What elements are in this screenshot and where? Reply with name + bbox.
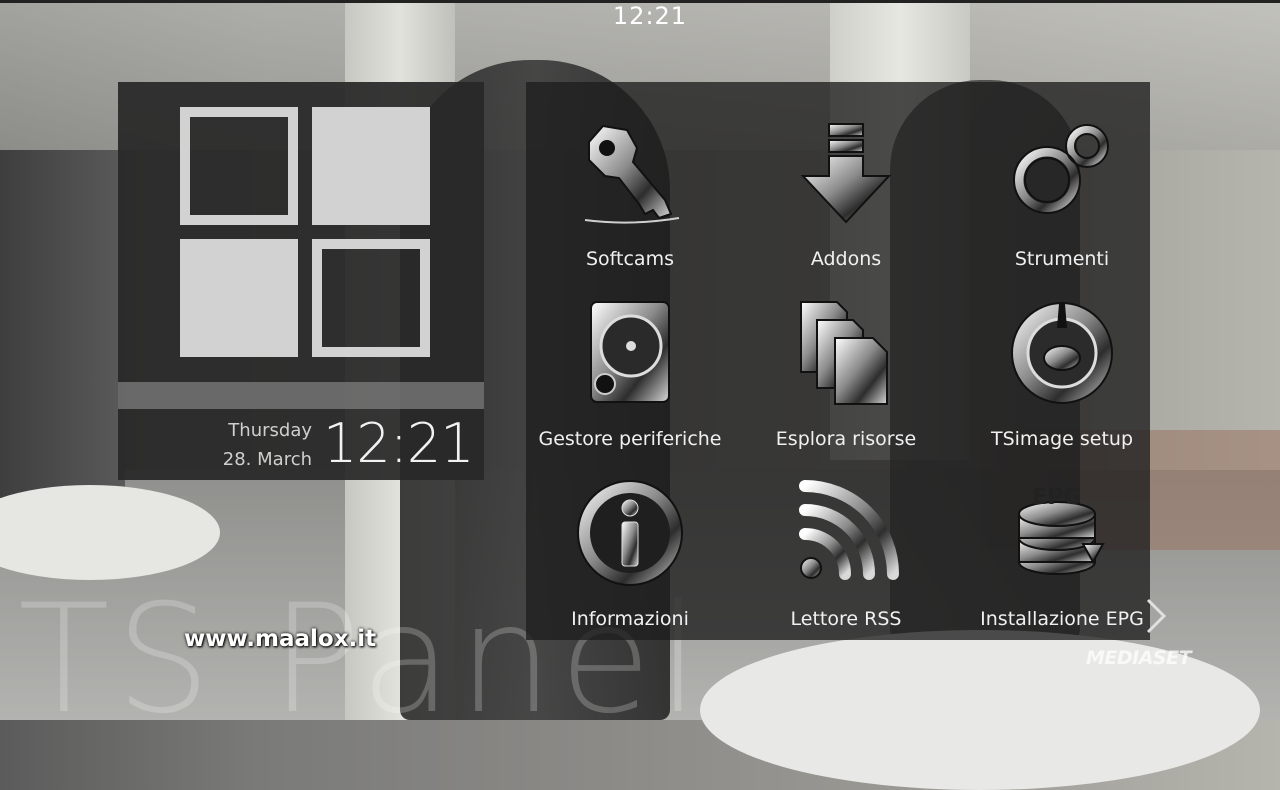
menu-item-softcams[interactable]: Softcams xyxy=(526,82,734,270)
files-icon xyxy=(800,301,888,405)
menu-item-informazioni[interactable]: Informazioni xyxy=(526,442,734,630)
menu-label-installazione-epg: Installazione EPG xyxy=(980,608,1144,630)
date-label: 28. March xyxy=(222,449,312,470)
tiles-logo-icon xyxy=(180,107,430,357)
info-icon xyxy=(577,480,683,586)
settings-gauge-icon xyxy=(1011,302,1113,404)
menu-item-addons[interactable]: Addons xyxy=(742,82,950,270)
gears-icon xyxy=(1013,124,1109,214)
info-panel: Thursday 28. March 12:21 xyxy=(118,82,484,480)
key-icon xyxy=(584,124,680,224)
menu-label-lettore-rss: Lettore RSS xyxy=(790,608,902,630)
top-clock: 12:21 xyxy=(612,2,688,30)
menu-item-tsimage-setup[interactable]: TSimage setup xyxy=(958,262,1166,450)
clock-time: 12:21 xyxy=(323,412,475,475)
menu-item-esplora-risorse[interactable]: Esplora risorse xyxy=(742,262,950,450)
menu-item-gestore-periferiche[interactable]: Gestore periferiche xyxy=(526,262,734,450)
panel-divider xyxy=(118,382,484,409)
menu-item-lettore-rss[interactable]: Lettore RSS xyxy=(742,442,950,630)
svg-text:EPG: EPG xyxy=(1032,485,1081,510)
menu-item-strumenti[interactable]: Strumenti xyxy=(958,82,1166,270)
hard-disk-icon xyxy=(590,301,670,403)
website-overlay: www.maalox.it xyxy=(184,626,377,652)
main-menu-panel: Softcams Addons Strumenti Gestore perife… xyxy=(526,82,1150,640)
epg-database-icon: EPG xyxy=(1018,485,1105,575)
weekday-label: Thursday xyxy=(228,420,312,441)
rss-icon xyxy=(799,480,899,580)
chevron-right-icon[interactable] xyxy=(1140,596,1170,636)
channel-logo: MEDIASET xyxy=(1086,647,1192,669)
menu-item-installazione-epg[interactable]: EPG Installazione EPG xyxy=(958,442,1166,630)
download-arrow-icon xyxy=(800,123,892,224)
menu-label-informazioni: Informazioni xyxy=(571,608,689,630)
